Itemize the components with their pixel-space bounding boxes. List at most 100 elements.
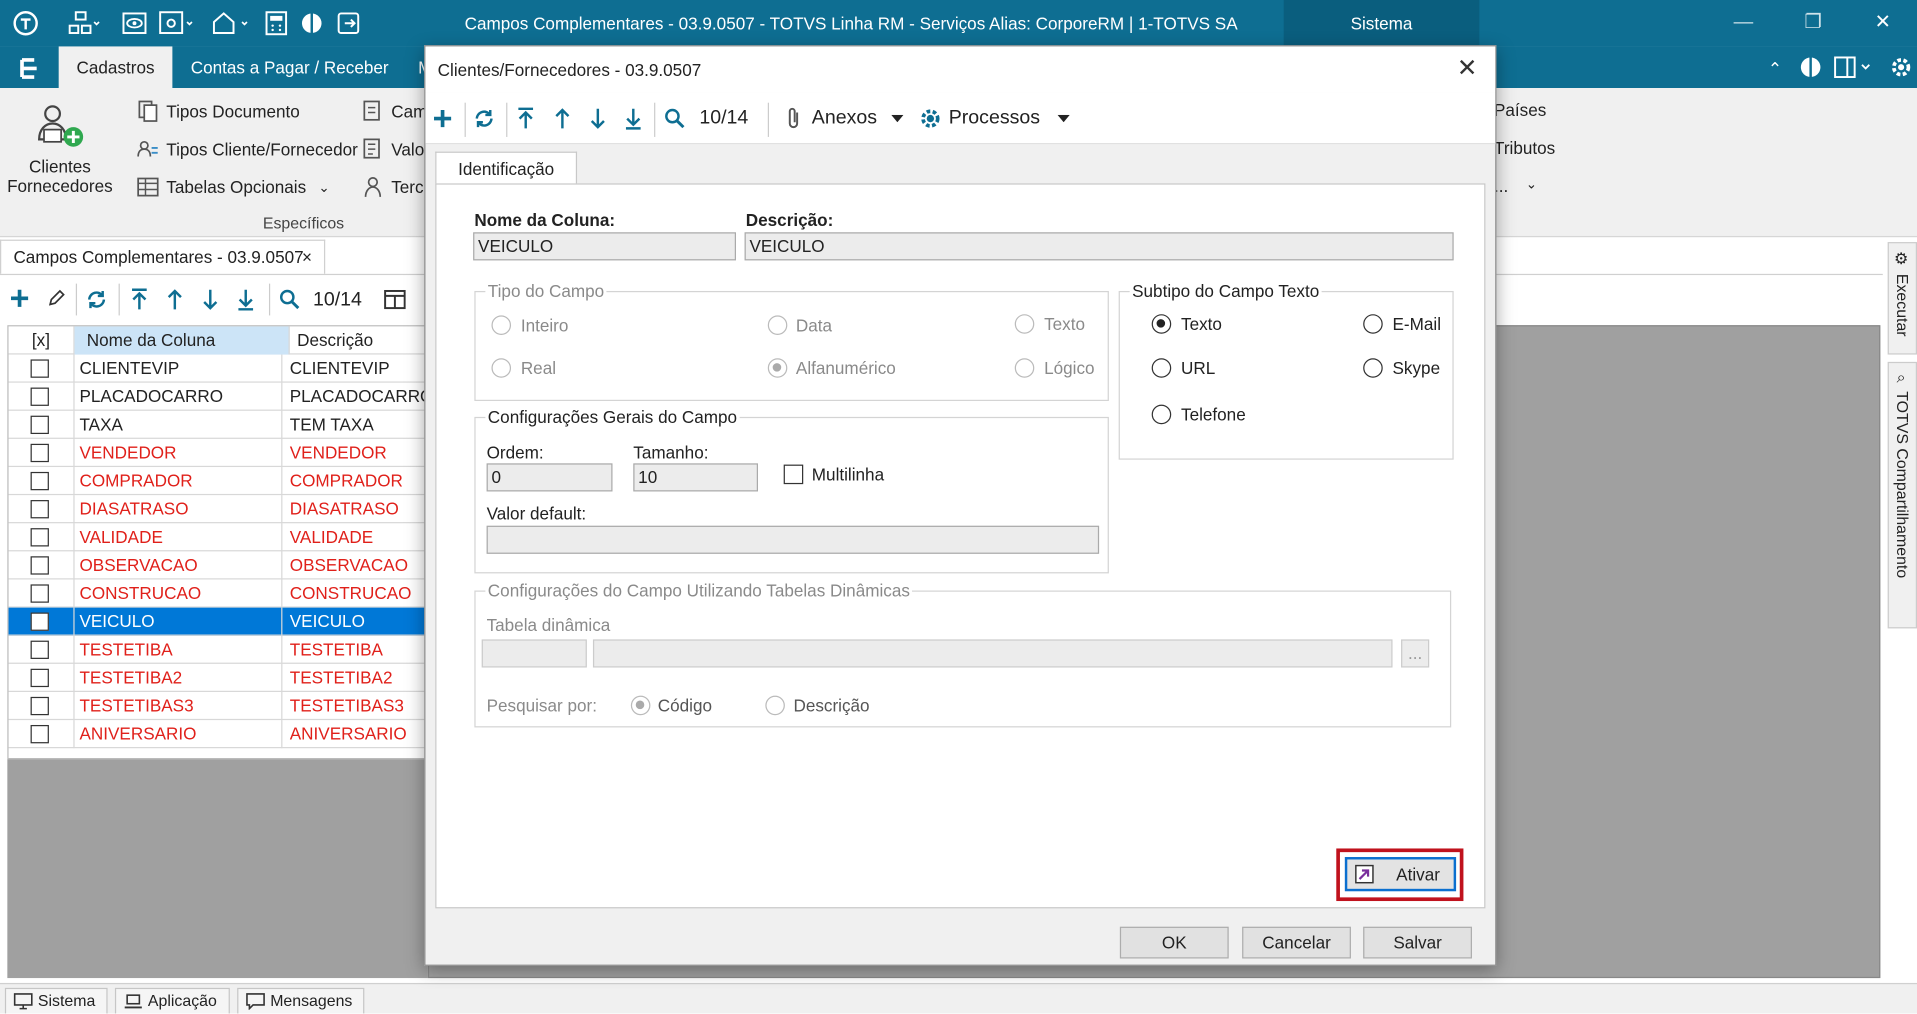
row-select-cell[interactable] xyxy=(9,354,75,383)
ok-button[interactable]: OK xyxy=(1119,926,1229,959)
row-select-cell[interactable] xyxy=(9,438,75,468)
row-select-cell[interactable] xyxy=(9,382,75,411)
descricao-field[interactable]: VEICULO xyxy=(744,232,1454,261)
radio-texto[interactable] xyxy=(1014,314,1035,334)
previous-record-icon[interactable] xyxy=(165,287,185,311)
table-row[interactable]: OBSERVACAO OBSERVACAO xyxy=(8,551,430,580)
multilinha-checkbox[interactable] xyxy=(783,464,804,485)
header-nome-coluna[interactable]: Nome da Coluna xyxy=(74,326,290,355)
tab-identificacao[interactable]: Identificação xyxy=(435,151,578,185)
row-select-cell[interactable] xyxy=(9,579,75,608)
app-menu-icon[interactable] xyxy=(17,56,41,80)
row-checkbox[interactable] xyxy=(30,415,49,435)
status-tab-mensagens[interactable]: Mensagens xyxy=(237,987,365,1014)
add-icon[interactable] xyxy=(433,104,453,133)
row-select-cell[interactable] xyxy=(9,410,75,439)
cancelar-button[interactable]: Cancelar xyxy=(1242,926,1351,959)
terceiros-button[interactable]: Terc xyxy=(362,176,424,198)
add-icon[interactable] xyxy=(10,289,30,309)
first-record-icon[interactable] xyxy=(130,287,150,311)
tipos-documento-button[interactable]: Tipos Documento xyxy=(137,100,300,122)
processos-button[interactable]: Processos xyxy=(919,104,1070,133)
radio-pesquisar-codigo[interactable] xyxy=(630,695,651,716)
collapse-ribbon-icon[interactable]: ⌃ xyxy=(1768,59,1782,80)
nome-coluna-field[interactable]: VEICULO xyxy=(473,232,736,261)
sistema-header[interactable]: Sistema xyxy=(1283,0,1480,47)
radio-logico[interactable] xyxy=(1014,358,1035,378)
row-select-cell[interactable] xyxy=(9,551,75,580)
chevron-down-icon[interactable]: ⌄ xyxy=(1526,176,1537,192)
clientes-fornecedores-button[interactable]: Clientes Fornecedores xyxy=(0,156,120,195)
tabela-browse-button[interactable]: ... xyxy=(1401,639,1430,668)
row-checkbox[interactable] xyxy=(30,471,49,491)
valor-default-field[interactable] xyxy=(486,525,1100,554)
row-checkbox[interactable] xyxy=(30,612,49,631)
table-row[interactable]: DIASATRASO DIASATRASO xyxy=(8,495,430,524)
doc-tab-close-icon[interactable]: × xyxy=(302,241,312,273)
dialog-close-button[interactable]: ✕ xyxy=(1451,54,1483,86)
row-checkbox[interactable] xyxy=(30,724,49,744)
table-row[interactable]: TESTETIBA TESTETIBA xyxy=(8,635,430,664)
radio-subtipo-url[interactable] xyxy=(1151,358,1172,378)
window-settings-icon[interactable] xyxy=(159,10,196,37)
tabela-dinamica-code-field[interactable] xyxy=(481,639,587,668)
tab-contas-pagar-receber[interactable]: Contas a Pagar / Receber xyxy=(176,46,403,88)
next-record-icon[interactable] xyxy=(201,287,221,311)
tamanho-field[interactable]: 10 xyxy=(633,463,758,492)
status-tab-aplicacao[interactable]: Aplicação xyxy=(114,987,230,1014)
refresh-icon[interactable] xyxy=(86,289,108,311)
radio-subtipo-skype[interactable] xyxy=(1363,358,1383,378)
globe-icon[interactable] xyxy=(300,10,324,37)
totvs-logo-icon[interactable] xyxy=(12,10,39,37)
row-checkbox[interactable] xyxy=(30,696,49,716)
radio-data[interactable] xyxy=(767,315,788,335)
header-select[interactable]: [x] xyxy=(9,326,75,355)
row-checkbox[interactable] xyxy=(30,359,49,378)
row-checkbox[interactable] xyxy=(30,528,49,547)
row-select-cell[interactable] xyxy=(9,467,75,496)
row-checkbox[interactable] xyxy=(30,443,49,463)
table-row[interactable]: VEICULO VEICULO xyxy=(8,607,430,636)
row-checkbox[interactable] xyxy=(30,556,49,575)
settings-gear-icon[interactable] xyxy=(1890,56,1912,78)
search-icon[interactable] xyxy=(279,289,301,311)
table-row[interactable]: CONSTRUCAO CONSTRUCAO xyxy=(8,579,430,608)
header-descricao[interactable]: Descrição xyxy=(290,326,429,354)
window-close-button[interactable]: ✕ xyxy=(1867,7,1899,39)
previous-record-icon[interactable] xyxy=(553,104,573,133)
ativar-button[interactable]: Ativar xyxy=(1344,857,1457,892)
tributos-item[interactable]: Tributos xyxy=(1494,138,1555,158)
radio-real[interactable] xyxy=(491,358,512,378)
ordem-field[interactable]: 0 xyxy=(486,463,613,492)
row-select-cell[interactable] xyxy=(9,607,75,636)
row-select-cell[interactable] xyxy=(9,635,75,664)
last-record-icon[interactable] xyxy=(624,104,644,133)
row-select-cell[interactable] xyxy=(9,663,75,692)
side-tab-executar[interactable]: ⚙ Executar xyxy=(1887,242,1917,355)
org-chart-icon[interactable] xyxy=(68,10,100,37)
side-tab-compartilhamento[interactable]: ⌕ TOTVS Compartilhamento xyxy=(1887,361,1917,629)
eye-icon[interactable] xyxy=(122,10,147,37)
table-row[interactable]: COMPRADOR COMPRADOR xyxy=(8,467,430,496)
table-row[interactable]: TAXA TEM TAXA xyxy=(8,410,430,439)
restore-button[interactable]: ❐ xyxy=(1797,7,1829,39)
row-select-cell[interactable] xyxy=(9,691,75,721)
doc-tab-campos-complementares[interactable]: Campos Complementares - 03.9.0507 × xyxy=(0,239,326,274)
clientes-fornecedores-icon[interactable] xyxy=(37,103,86,149)
paises-item[interactable]: Países xyxy=(1494,100,1546,120)
layout-icon[interactable] xyxy=(1834,56,1878,79)
row-checkbox[interactable] xyxy=(30,640,49,659)
row-checkbox[interactable] xyxy=(30,668,49,688)
status-tab-sistema[interactable]: Sistema xyxy=(4,987,108,1014)
next-record-icon[interactable] xyxy=(588,104,608,133)
tipos-cliente-fornecedor-button[interactable]: Tipos Cliente/Fornecedor xyxy=(137,138,358,160)
row-select-cell[interactable] xyxy=(9,720,75,749)
radio-subtipo-telefone[interactable] xyxy=(1151,404,1172,425)
home-icon[interactable] xyxy=(212,10,254,37)
row-checkbox[interactable] xyxy=(30,500,49,519)
tabelas-opcionais-button[interactable]: Tabelas Opcionais ⌄ xyxy=(137,176,330,198)
table-row[interactable]: CLIENTEVIP CLIENTEVIP xyxy=(8,354,430,383)
table-row[interactable]: VALIDADE VALIDADE xyxy=(8,523,430,552)
table-row[interactable]: VENDEDOR VENDEDOR xyxy=(8,438,430,468)
table-row[interactable]: PLACADOCARRO PLACADOCARRO xyxy=(8,382,430,411)
